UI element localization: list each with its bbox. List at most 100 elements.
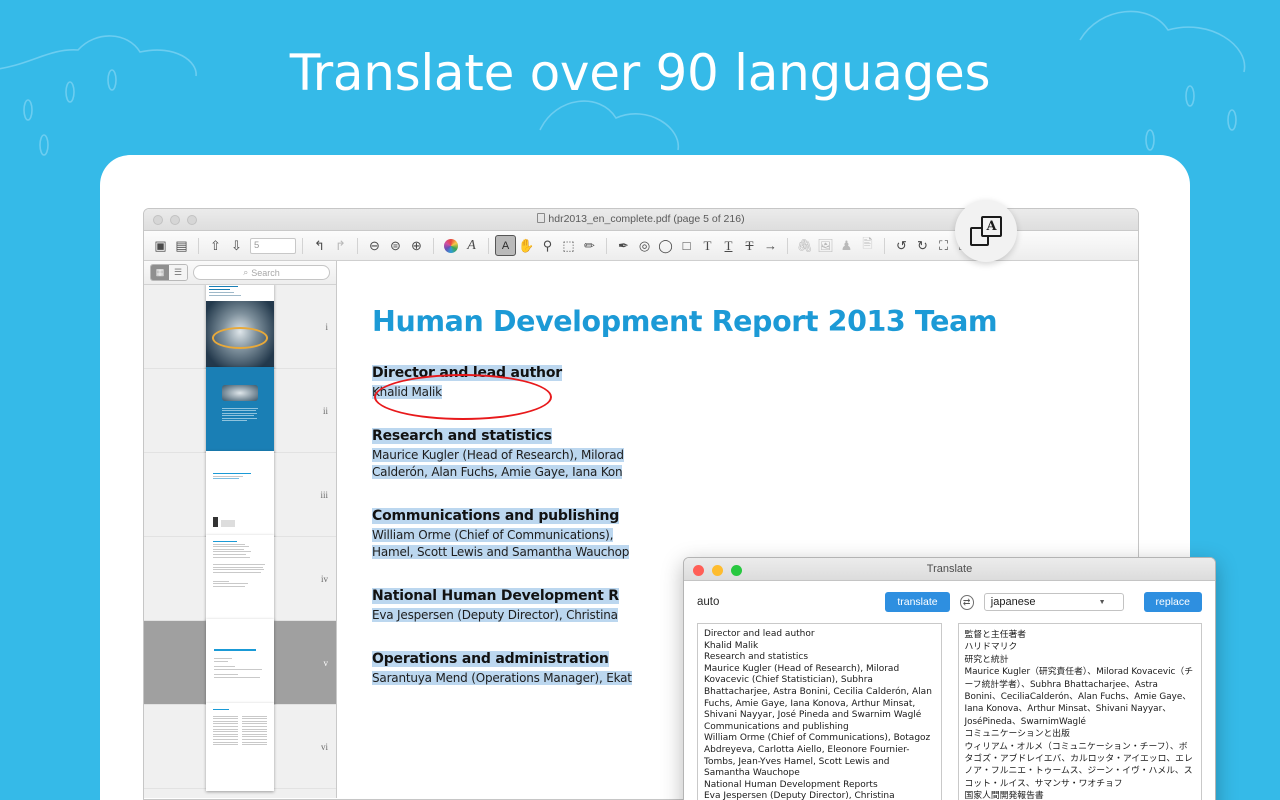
page-up-icon[interactable]: ⇧ <box>205 235 226 256</box>
sidebar-view-mode-segmented[interactable]: ▦ ☰ <box>150 264 188 281</box>
thumbnail-label: ii <box>322 405 328 416</box>
thumbnail-page[interactable] <box>206 366 274 455</box>
search-placeholder: Search <box>251 267 280 278</box>
font-icon[interactable]: A <box>461 235 482 256</box>
marquee-select-icon[interactable]: ⬚ <box>558 235 579 256</box>
rectangle-tool-icon[interactable]: □ <box>676 235 697 256</box>
pen-tool-icon[interactable]: ✒ <box>613 235 634 256</box>
underline-tool-icon[interactable]: T <box>718 235 739 256</box>
target-language-value: japanese <box>990 596 1036 608</box>
document-heading: Human Development Report 2013 Team <box>372 305 998 338</box>
section-title: Director and lead author <box>372 365 562 381</box>
text-select-tool-icon[interactable]: A <box>495 235 516 256</box>
section-body: Maurice Kugler (Head of Research), Milor… <box>372 448 624 479</box>
translate-badge-icon: A <box>970 216 1002 246</box>
translate-panels: Director and lead author Khalid Malik Re… <box>684 623 1215 800</box>
replace-button[interactable]: replace <box>1143 592 1202 612</box>
pdf-sidebar: ▦ ☰ ⌕ Search i ii iii iv v vi <box>144 261 337 798</box>
thumbnail-page[interactable] <box>206 702 274 791</box>
search-icon: ⌕ <box>243 267 249 277</box>
ellipse-tool-icon[interactable]: ◯ <box>655 235 676 256</box>
list-view-icon[interactable]: ☰ <box>169 265 187 280</box>
translate-button[interactable]: translate <box>885 592 950 612</box>
undo-icon[interactable]: ↰ <box>309 235 330 256</box>
thumbnail-page[interactable] <box>206 618 274 707</box>
magnify-tool-icon[interactable]: ⚲ <box>537 235 558 256</box>
translate-window: Translate auto translate ⇄ japanese ▼ re… <box>683 557 1216 800</box>
thumbnail-label: i <box>325 321 328 332</box>
toolbar-group-insert: 🖇 🖼 ♟ 🖹 <box>794 235 878 256</box>
highlight-tool-icon[interactable]: ✏ <box>579 235 600 256</box>
hand-tool-icon[interactable]: ✋ <box>516 235 537 256</box>
document-section: Research and statistics Maurice Kugler (… <box>372 427 1138 481</box>
document-section: Director and lead author Khalid Malik <box>372 364 1138 401</box>
thumbnail-row[interactable]: iv <box>144 534 336 623</box>
signature-icon[interactable]: 🖹 <box>857 235 878 256</box>
thumbnail-label: v <box>323 657 329 668</box>
toolbar-group-style: A <box>440 235 482 256</box>
translate-controls-bar: auto translate ⇄ japanese ▼ replace <box>684 581 1215 623</box>
thumbnail-label: iv <box>320 573 328 584</box>
zoom-in-icon[interactable]: ⊕ <box>406 235 427 256</box>
arrow-tool-icon[interactable]: → <box>760 235 781 256</box>
page-title: Translate over 90 languages <box>289 44 991 102</box>
rotate-left-icon[interactable]: ↺ <box>891 235 912 256</box>
thumbnail-page[interactable] <box>206 285 274 371</box>
layout-toggle-icon[interactable]: ▤ <box>171 235 192 256</box>
pdf-window-title-text: hdr2013_en_complete.pdf (page 5 of 216) <box>548 213 745 225</box>
insert-image-icon[interactable]: 🖼 <box>815 235 836 256</box>
translate-badge-callout[interactable]: A <box>955 200 1017 262</box>
toolbar-group-zoom: ⊖ ⊜ ⊕ <box>364 235 427 256</box>
toolbar-group-tools: A ✋ ⚲ ⬚ ✏ <box>495 235 600 256</box>
grid-view-icon[interactable]: ▦ <box>151 265 169 280</box>
section-body: Khalid Malik <box>372 385 442 399</box>
redo-icon[interactable]: ↱ <box>330 235 351 256</box>
attachment-icon[interactable]: 🖇 <box>794 235 815 256</box>
toolbar-group-annotations: ✒ ◎ ◯ □ T T T → <box>613 235 781 256</box>
rotate-right-icon[interactable]: ↻ <box>912 235 933 256</box>
page-down-icon[interactable]: ⇩ <box>226 235 247 256</box>
thumbnail-page[interactable] <box>206 450 274 539</box>
chevron-down-icon: ▼ <box>1098 598 1106 606</box>
toolbar-divider <box>198 237 199 254</box>
page-number-input[interactable]: 5 <box>250 237 296 254</box>
thumbnail-row[interactable]: ii <box>144 366 336 455</box>
thumbnail-row[interactable]: iii <box>144 450 336 539</box>
thumbnail-row-selected[interactable]: v <box>144 618 336 707</box>
section-title: Communications and publishing <box>372 508 620 524</box>
toolbar-divider <box>433 237 434 254</box>
strikethrough-tool-icon[interactable]: T <box>739 235 760 256</box>
toolbar-group-navigation: ⇧ ⇩ 5 <box>205 235 296 256</box>
document-section: Communications and publishing William Or… <box>372 507 1138 561</box>
toolbar-divider <box>787 237 788 254</box>
crop-icon[interactable]: ⛶ <box>933 235 954 256</box>
thumbnail-label: iii <box>320 489 328 500</box>
section-title: National Human Development R <box>372 588 619 604</box>
thumbnail-page[interactable] <box>206 534 274 623</box>
toolbar-divider <box>357 237 358 254</box>
swap-languages-icon[interactable]: ⇄ <box>959 594 974 610</box>
toolbar-divider <box>606 237 607 254</box>
zoom-out-icon[interactable]: ⊖ <box>364 235 385 256</box>
section-title: Research and statistics <box>372 428 552 444</box>
stamp-icon[interactable]: ♟ <box>836 235 857 256</box>
toolbar-divider <box>488 237 489 254</box>
badge-front-square: A <box>981 216 1002 237</box>
color-wheel-icon[interactable] <box>440 235 461 256</box>
sidebar-toggle-icon[interactable]: ▣ <box>150 235 171 256</box>
source-text-panel[interactable]: Director and lead author Khalid Malik Re… <box>697 623 942 800</box>
thumbnail-row[interactable]: i <box>144 285 336 371</box>
source-language-label[interactable]: auto <box>697 596 875 608</box>
thumbnail-row[interactable]: vi <box>144 702 336 791</box>
document-icon <box>537 213 546 223</box>
thumbnail-list[interactable]: i ii iii iv v vi <box>144 285 336 798</box>
search-input[interactable]: ⌕ Search <box>193 265 330 280</box>
text-tool-icon[interactable]: T <box>697 235 718 256</box>
target-language-select[interactable]: japanese ▼ <box>983 593 1124 611</box>
toolbar-group-history: ↰ ↱ <box>309 235 351 256</box>
section-title: Operations and administration <box>372 651 609 667</box>
translated-text-panel[interactable]: 監督と主任著者 ハリドマリク 研究と統計 Maurice Kugler（研究責任… <box>957 623 1202 800</box>
note-tool-icon[interactable]: ◎ <box>634 235 655 256</box>
zoom-actual-size-icon[interactable]: ⊜ <box>385 235 406 256</box>
translate-window-title: Translate <box>926 563 973 575</box>
